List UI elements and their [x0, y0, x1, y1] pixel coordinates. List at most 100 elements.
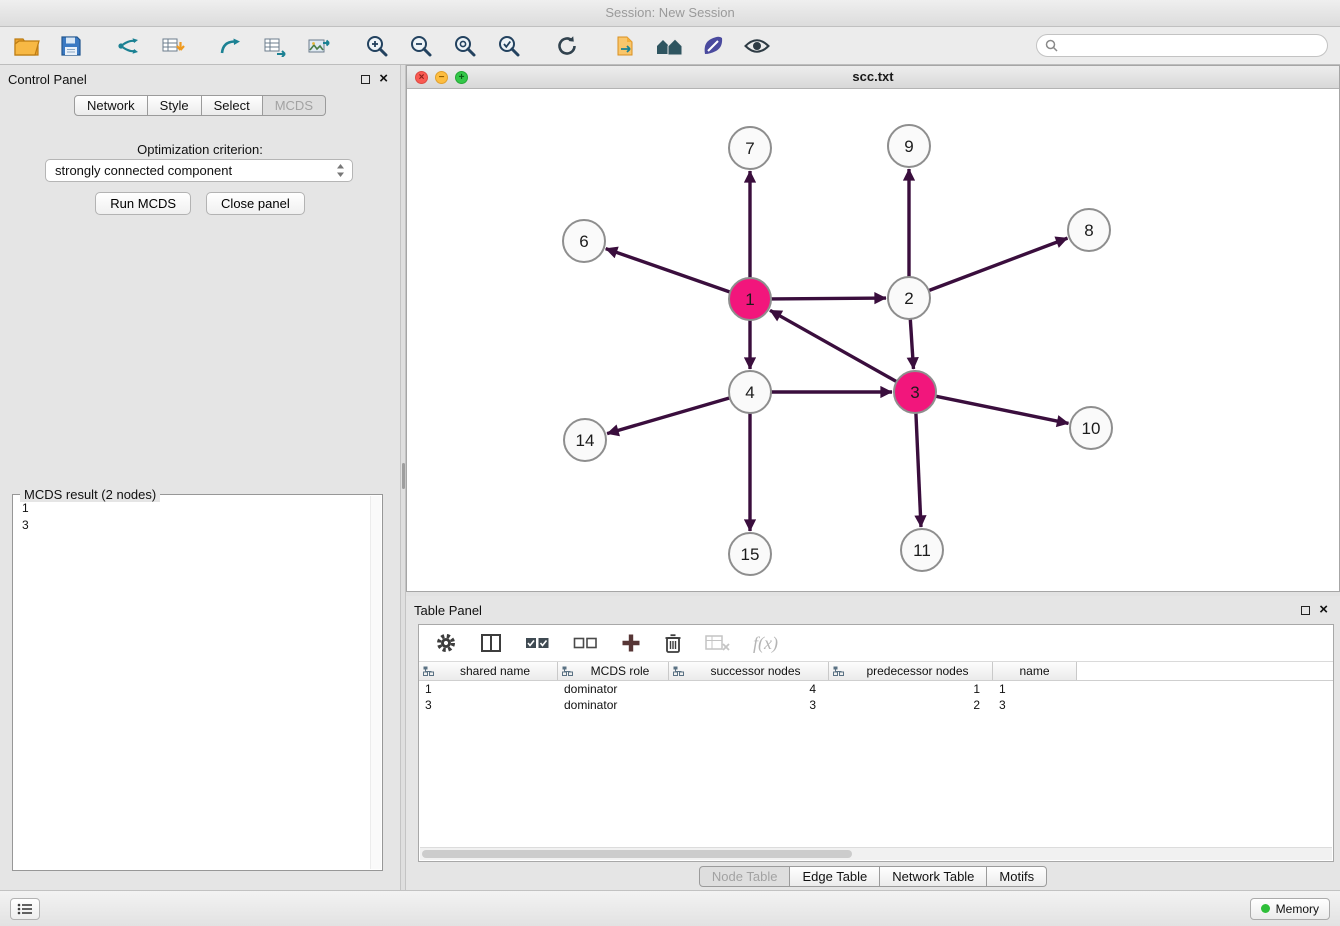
table-row[interactable]: 3 dominator 3 2 3 [419, 697, 1333, 713]
network-node-15[interactable]: 15 [729, 533, 771, 575]
export-table-icon[interactable] [260, 31, 290, 61]
network-node-3[interactable]: 3 [894, 371, 936, 413]
column-header-predecessor-nodes[interactable]: predecessor nodes [829, 662, 993, 680]
refresh-layout-icon[interactable] [552, 31, 582, 61]
tab-motifs[interactable]: Motifs [987, 866, 1047, 887]
node-label: 6 [579, 232, 588, 251]
network-edge-1-6[interactable] [606, 249, 731, 293]
network-edge-2-8[interactable] [929, 238, 1068, 291]
network-edge-2-3[interactable] [910, 319, 913, 369]
tab-mcds[interactable]: MCDS [263, 95, 326, 116]
cell-mcds-role[interactable]: dominator [558, 681, 669, 697]
deselect-all-icon[interactable] [573, 634, 598, 652]
memory-button[interactable]: Memory [1250, 898, 1330, 920]
split-view-icon[interactable] [480, 633, 502, 653]
cell-shared-name[interactable]: 1 [419, 681, 558, 697]
tab-network[interactable]: Network [74, 95, 148, 116]
close-panel-icon[interactable]: × [379, 73, 388, 85]
result-scrollbar[interactable] [370, 496, 381, 869]
network-node-14[interactable]: 14 [564, 419, 606, 461]
search-input[interactable] [1036, 34, 1328, 57]
close-panel-button[interactable]: Close panel [206, 192, 305, 215]
function-builder-icon: f(x) [753, 633, 778, 654]
column-header-mcds-role[interactable]: MCDS role [558, 662, 669, 680]
export-network-icon[interactable] [216, 31, 246, 61]
network-overview-icon[interactable] [654, 31, 684, 61]
network-node-9[interactable]: 9 [888, 125, 930, 167]
network-node-11[interactable]: 11 [901, 529, 943, 571]
float-panel-icon[interactable] [361, 75, 370, 84]
float-table-panel-icon[interactable] [1301, 606, 1310, 615]
header-filler [1077, 662, 1333, 680]
network-canvas[interactable]: 7 9 6 8 1 2 4 3 14 10 15 11 [407, 90, 1339, 592]
save-icon[interactable] [56, 31, 86, 61]
tab-node-table[interactable]: Node Table [699, 866, 791, 887]
memory-status-icon [1261, 904, 1270, 913]
column-header-successor-nodes[interactable]: successor nodes [669, 662, 829, 680]
zoom-fit-icon[interactable] [450, 31, 480, 61]
cell-predecessor-nodes[interactable]: 1 [829, 681, 993, 697]
close-window-icon[interactable]: × [415, 71, 428, 84]
scrollbar-thumb[interactable] [422, 850, 852, 858]
close-table-panel-icon[interactable]: × [1319, 604, 1328, 616]
network-edge-3-11[interactable] [916, 413, 921, 527]
cell-name[interactable]: 1 [993, 681, 1077, 697]
cell-mcds-role[interactable]: dominator [558, 697, 669, 713]
zoom-selected-icon[interactable] [494, 31, 524, 61]
zoom-selected-glyph [497, 34, 521, 58]
network-node-8[interactable]: 8 [1068, 209, 1110, 251]
network-edge-3-10[interactable] [936, 396, 1069, 423]
splitter-handle[interactable] [402, 463, 405, 489]
tab-select[interactable]: Select [202, 95, 263, 116]
column-label: shared name [437, 664, 553, 678]
table-horizontal-scrollbar[interactable] [420, 847, 1332, 860]
network-edge-1-2[interactable] [771, 298, 886, 299]
zoom-in-icon[interactable] [362, 31, 392, 61]
network-node-4[interactable]: 4 [729, 371, 771, 413]
run-mcds-button[interactable]: Run MCDS [95, 192, 191, 215]
cell-shared-name[interactable]: 3 [419, 697, 558, 713]
import-network-icon[interactable] [114, 31, 144, 61]
network-node-10[interactable]: 10 [1070, 407, 1112, 449]
network-edge-3-1[interactable] [770, 310, 897, 381]
network-graph[interactable]: 7 9 6 8 1 2 4 3 14 10 15 11 [407, 90, 1339, 592]
network-window-title: scc.txt [852, 69, 893, 84]
node-label: 7 [745, 139, 754, 158]
delete-column-icon[interactable] [664, 633, 682, 654]
clone-network-icon[interactable] [610, 31, 640, 61]
network-edge-4-14[interactable] [607, 398, 730, 434]
network-window-titlebar: × − + scc.txt [407, 66, 1339, 89]
minimize-window-icon[interactable]: − [435, 71, 448, 84]
column-header-name[interactable]: name [993, 662, 1077, 680]
import-table-icon[interactable] [158, 31, 188, 61]
criterion-dropdown[interactable]: strongly connected component [45, 159, 353, 182]
network-node-1[interactable]: 1 [729, 278, 771, 320]
show-graphics-details-icon[interactable] [742, 31, 772, 61]
cell-successor-nodes[interactable]: 4 [669, 681, 829, 697]
cell-successor-nodes[interactable]: 3 [669, 697, 829, 713]
zoom-out-icon[interactable] [406, 31, 436, 61]
network-node-2[interactable]: 2 [888, 277, 930, 319]
tab-network-table[interactable]: Network Table [880, 866, 987, 887]
export-network-glyph [219, 35, 243, 57]
control-panel-header: Control Panel × [0, 65, 400, 93]
cell-predecessor-nodes[interactable]: 2 [829, 697, 993, 713]
cell-name[interactable]: 3 [993, 697, 1077, 713]
table-settings-icon[interactable] [435, 632, 457, 654]
maximize-window-icon[interactable]: + [455, 71, 468, 84]
annotations-icon[interactable] [698, 31, 728, 61]
tab-style[interactable]: Style [148, 95, 202, 116]
search-icon [1045, 39, 1058, 55]
network-node-7[interactable]: 7 [729, 127, 771, 169]
open-folder-icon[interactable] [12, 31, 42, 61]
add-column-icon[interactable] [621, 633, 641, 653]
table-row[interactable]: 1 dominator 4 1 1 [419, 681, 1333, 697]
network-node-6[interactable]: 6 [563, 220, 605, 262]
table-header-row: shared name MCDS role successor nodes pr… [419, 662, 1333, 681]
column-header-shared-name[interactable]: shared name [419, 662, 558, 680]
table-panel: Table Panel × [406, 596, 1340, 890]
export-image-icon[interactable] [304, 31, 334, 61]
select-all-icon[interactable] [525, 634, 550, 652]
tab-edge-table[interactable]: Edge Table [790, 866, 880, 887]
task-history-button[interactable] [10, 898, 40, 920]
